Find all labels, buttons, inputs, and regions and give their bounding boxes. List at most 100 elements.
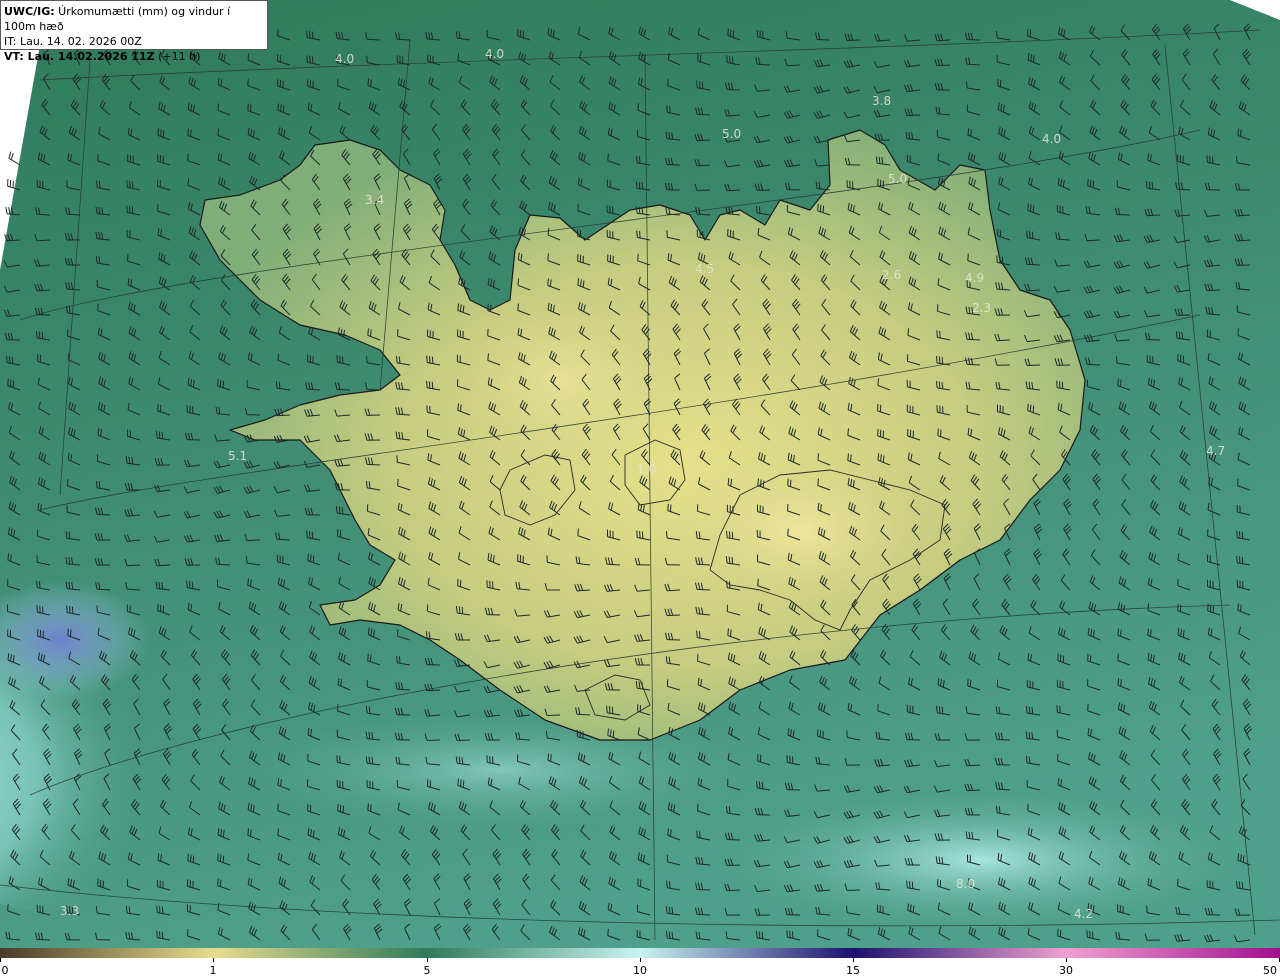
map-info-box: UWC/IG: Úrkomumætti (mm) og vindur í 100… <box>0 0 268 63</box>
wind-barb <box>126 564 141 567</box>
wind-barb-feather <box>730 629 732 637</box>
colorbar: 0 1 5 10 15 30 50 <box>0 948 1280 978</box>
colorbar-label: 0 <box>1 964 9 977</box>
wind-barb-feather <box>696 630 698 638</box>
wind-barb-feather <box>161 906 164 914</box>
wind-barb-feather <box>1147 603 1150 611</box>
wind-barb-feather <box>967 253 969 261</box>
wind-barb <box>246 539 261 542</box>
wind-barb-feather <box>910 904 912 912</box>
wind-barb-feather <box>250 579 252 587</box>
wind-barb <box>666 589 681 592</box>
wind-barb-feather <box>191 581 194 589</box>
wind-barb-feather <box>250 104 252 112</box>
wind-barb-feather <box>487 353 489 361</box>
wind-barb-feather <box>577 528 579 536</box>
wind-barb-feather <box>727 28 729 36</box>
wind-barb-feather <box>547 253 549 261</box>
wind-barb-feather <box>1236 555 1238 563</box>
wind-barb-feather <box>758 206 761 214</box>
wind-barb-feather <box>307 553 309 561</box>
wind-barb-feather <box>429 356 431 364</box>
wind-barb-feather <box>817 203 819 211</box>
wind-barb-feather <box>517 278 520 286</box>
wind-barb-feather <box>670 829 672 837</box>
value-label: 4.5 <box>695 262 714 276</box>
wind-barb-feather <box>757 578 759 586</box>
value-label: 5.1 <box>228 449 247 463</box>
wind-barb <box>696 189 711 191</box>
wind-barb-feather <box>517 303 519 311</box>
wind-barb-feather <box>1061 381 1064 389</box>
wind-barb-feather <box>247 828 249 836</box>
value-label: 3.4 <box>365 193 384 207</box>
wind-barb-feather <box>277 103 280 111</box>
wind-barb-feather <box>637 878 639 886</box>
wind-barb-feather <box>370 329 372 337</box>
wind-barb-feather <box>1059 381 1061 389</box>
wind-barb-feather <box>941 706 944 714</box>
wind-barb-feather <box>756 205 758 213</box>
wind-barb-feather <box>159 906 161 914</box>
wind-barb-feather <box>426 355 428 363</box>
wind-barb-feather <box>309 30 311 39</box>
lead-time: (+11 h) <box>154 50 201 63</box>
wind-barb-feather <box>669 504 672 512</box>
wind-barb <box>1086 363 1101 366</box>
wind-barb-feather <box>1026 230 1028 238</box>
wind-barb-feather <box>667 503 669 511</box>
wind-barb-feather <box>726 530 728 538</box>
wind-barb-feather <box>1030 204 1032 212</box>
wind-barb-feather <box>247 853 250 861</box>
wind-barb-feather <box>398 356 401 364</box>
wind-barb-feather <box>639 230 641 239</box>
wind-barb-feather <box>310 554 312 562</box>
wind-barb-feather <box>125 906 128 914</box>
wind-barb-feather <box>1027 803 1029 811</box>
wind-barb-feather <box>159 931 161 939</box>
wind-barb-feather <box>217 853 219 861</box>
wind-barb-feather <box>667 828 669 836</box>
wind-barb-feather <box>1241 531 1244 539</box>
wind-barb-feather <box>68 306 71 314</box>
wind-barb-feather <box>699 831 701 839</box>
wind-barb <box>36 939 51 941</box>
wind-barb-feather <box>36 580 38 588</box>
wind-barb-feather <box>726 580 728 588</box>
wind-barb-feather <box>877 378 880 386</box>
wind-barb-feather <box>41 331 44 339</box>
wind-barb-feather <box>1117 378 1119 386</box>
wind-barb-feather <box>1087 178 1089 186</box>
wind-barb-feather <box>728 581 731 589</box>
wind-barb-feather <box>460 779 462 787</box>
wind-barb-feather <box>907 328 910 336</box>
wind-barb-feather <box>550 279 552 287</box>
wind-barb-feather <box>847 453 849 461</box>
wind-barb-feather <box>1241 556 1244 564</box>
wind-barb-feather <box>547 278 549 286</box>
wind-barb-feather <box>192 855 195 863</box>
wind-barb-feather <box>396 655 398 663</box>
wind-barb-feather <box>311 31 314 39</box>
wind-barb <box>366 38 381 41</box>
wind-barb-feather <box>222 855 225 863</box>
colorbar-label: 15 <box>846 964 860 977</box>
weather-map: 4.0 4.0 3.8 5.0 4.0 5.0 3.4 4.5 2.6 4.9 … <box>0 0 1280 948</box>
colorbar-tick-30 <box>1066 958 1067 962</box>
wind-barb-feather <box>850 454 852 462</box>
title-model: UWC/IG: <box>4 5 55 18</box>
colorbar-tick-1 <box>213 958 214 962</box>
wind-barb <box>1206 289 1221 292</box>
wind-barb-feather <box>607 153 609 161</box>
wind-barb-feather <box>1120 379 1122 387</box>
wind-barb-feather <box>1237 603 1239 611</box>
wind-barb-feather <box>460 304 462 312</box>
wind-barb-feather <box>1240 604 1242 612</box>
wind-barb-feather <box>1029 404 1032 412</box>
wind-barb <box>696 588 711 591</box>
wind-barb-feather <box>998 806 1001 814</box>
wind-barb-feather <box>1240 129 1242 137</box>
wind-barb <box>696 913 711 916</box>
wind-barb <box>156 564 171 567</box>
wind-barb-feather <box>69 606 71 614</box>
